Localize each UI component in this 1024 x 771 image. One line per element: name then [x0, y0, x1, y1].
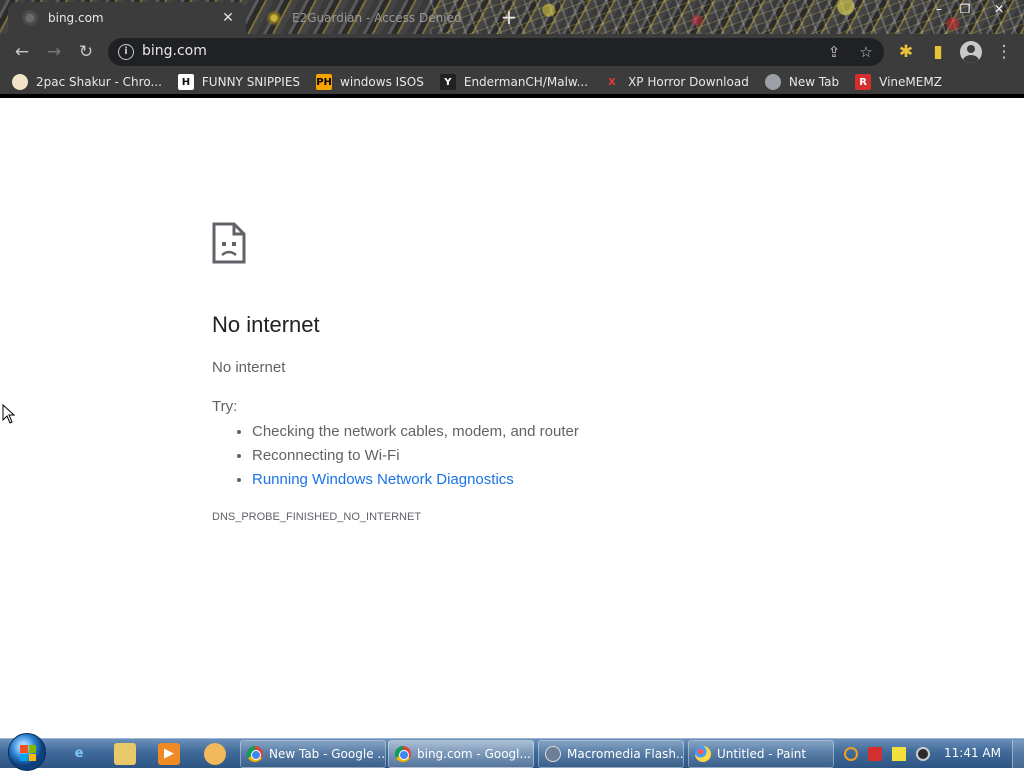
tab-bing[interactable]: bing.com ✕: [8, 2, 246, 34]
error-page: No internet No internet Try: Checking th…: [0, 102, 1024, 738]
address-bar[interactable]: i bing.com ⇪ ☆: [108, 38, 884, 66]
bookmark-star-icon[interactable]: ☆: [856, 42, 876, 62]
flash-icon: [545, 746, 561, 762]
share-icon[interactable]: ⇪: [824, 42, 844, 62]
e2guardian-favicon-icon: [266, 10, 282, 26]
taskbar-item-label: Macromedia Flash...: [567, 747, 684, 761]
bookmark-label: FUNNY SNIPPIES: [201, 75, 301, 89]
notification-tray-icon[interactable]: [892, 747, 906, 761]
bookmark-favicon-icon: [764, 74, 781, 90]
try-label: Try:: [212, 398, 238, 415]
chrome-icon: [395, 746, 411, 762]
bookmark-favicon-icon: [12, 74, 28, 90]
suggestion-item: Reconnecting to Wi-Fi: [252, 444, 579, 468]
sad-document-icon: [212, 222, 246, 264]
search-tray-icon[interactable]: [844, 747, 858, 761]
bookmark-favicon-icon: X: [608, 76, 616, 88]
tab-e2guardian[interactable]: E2Guardian - Access Denied: [252, 2, 482, 34]
taskbar-item-flash[interactable]: Macromedia Flash...: [538, 740, 684, 768]
taskbar-item-paint[interactable]: Untitled - Paint: [688, 740, 834, 768]
bookmark-item[interactable]: PH windows ISOS: [316, 74, 424, 90]
suggestion-item: Running Windows Network Diagnostics: [252, 468, 579, 492]
address-url[interactable]: bing.com: [142, 43, 207, 59]
clock[interactable]: 11:41 AM: [944, 746, 1001, 760]
tab-close-icon[interactable]: ✕: [220, 10, 236, 26]
bookmark-item[interactable]: Y EndermanCH/Malw...: [439, 74, 589, 90]
volume-tray-icon[interactable]: [916, 747, 930, 761]
suggestion-list: Checking the network cables, modem, and …: [212, 420, 579, 492]
bookmark-item[interactable]: 2pac Shakur - Chro...: [12, 74, 162, 90]
bookmark-favicon-icon: R: [855, 74, 872, 90]
bookmark-favicon-icon: PH: [316, 74, 333, 90]
taskbar-item-label: New Tab - Google ...: [269, 747, 386, 761]
bookmark-label: XP Horror Download: [628, 75, 749, 89]
browser-toolbar: ← → ↻ i bing.com ⇪ ☆ ✱ ▮ ⋮: [0, 34, 1024, 70]
bookmark-favicon-icon: Y: [439, 74, 456, 90]
app-icon[interactable]: [204, 743, 226, 765]
bookmark-label: VineMEMZ: [879, 75, 942, 89]
windows-taskbar: e ▶ New Tab - Google ... bing.com - Goog…: [0, 733, 1024, 771]
new-tab-button[interactable]: +: [498, 6, 520, 28]
restore-button[interactable]: ❐: [952, 0, 978, 18]
bookmark-label: EndermanCH/Malw...: [463, 75, 589, 89]
diagnostics-link[interactable]: Running Windows Network Diagnostics: [252, 471, 514, 488]
windows-logo-icon: [20, 745, 36, 761]
error-title: No internet: [212, 312, 320, 337]
taskbar-item-label: Untitled - Paint: [717, 747, 807, 761]
error-code: DNS_PROBE_FINISHED_NO_INTERNET: [212, 511, 422, 523]
browser-titlebar: bing.com ✕ E2Guardian - Access Denied + …: [0, 0, 1024, 34]
taskbar-item-bing[interactable]: bing.com - Googl...: [388, 740, 534, 768]
taskbar-item-label: bing.com - Googl...: [417, 747, 531, 761]
side-panel-icon[interactable]: ▮: [926, 40, 950, 64]
menu-kebab-icon[interactable]: ⋮: [992, 40, 1016, 64]
media-player-icon[interactable]: ▶: [158, 743, 180, 765]
taskbar-item-new-tab[interactable]: New Tab - Google ...: [240, 740, 386, 768]
forward-button[interactable]: →: [42, 40, 66, 64]
folder-icon[interactable]: [114, 743, 136, 765]
flag-tray-icon[interactable]: [868, 747, 882, 761]
bookmark-label: 2pac Shakur - Chro...: [36, 75, 162, 89]
error-subtitle: No internet: [212, 359, 286, 376]
reload-button[interactable]: ↻: [74, 40, 98, 64]
extensions-puzzle-icon[interactable]: ✱: [894, 40, 918, 64]
bookmark-item[interactable]: H FUNNY SNIPPIES: [177, 74, 301, 90]
paint-icon: [695, 746, 711, 762]
mouse-cursor-icon: [2, 404, 16, 424]
internet-explorer-icon[interactable]: e: [68, 743, 90, 765]
info-icon[interactable]: i: [118, 44, 134, 60]
suggestion-item: Checking the network cables, modem, and …: [252, 420, 579, 444]
bookmark-item[interactable]: New Tab: [764, 74, 840, 90]
bookmark-item[interactable]: X XP Horror Download: [604, 74, 749, 90]
tab-title: E2Guardian - Access Denied: [292, 11, 462, 25]
bookmark-label: New Tab: [788, 75, 840, 89]
chrome-icon: [247, 746, 263, 762]
globe-favicon-icon: [22, 10, 38, 26]
bookmarks-bar: 2pac Shakur - Chro... H FUNNY SNIPPIES PH wi…: [0, 70, 1024, 98]
bookmark-label: windows ISOS: [340, 75, 424, 89]
show-desktop-button[interactable]: [1012, 740, 1024, 768]
start-button[interactable]: [8, 733, 46, 771]
bookmark-item[interactable]: R VineMEMZ: [855, 74, 942, 90]
back-button[interactable]: ←: [10, 40, 34, 64]
bookmark-favicon-icon: H: [177, 74, 194, 90]
close-window-button[interactable]: ✕: [986, 0, 1012, 18]
profile-avatar-icon[interactable]: [960, 41, 982, 63]
minimize-button[interactable]: –: [926, 0, 952, 18]
tab-title: bing.com: [48, 11, 104, 25]
